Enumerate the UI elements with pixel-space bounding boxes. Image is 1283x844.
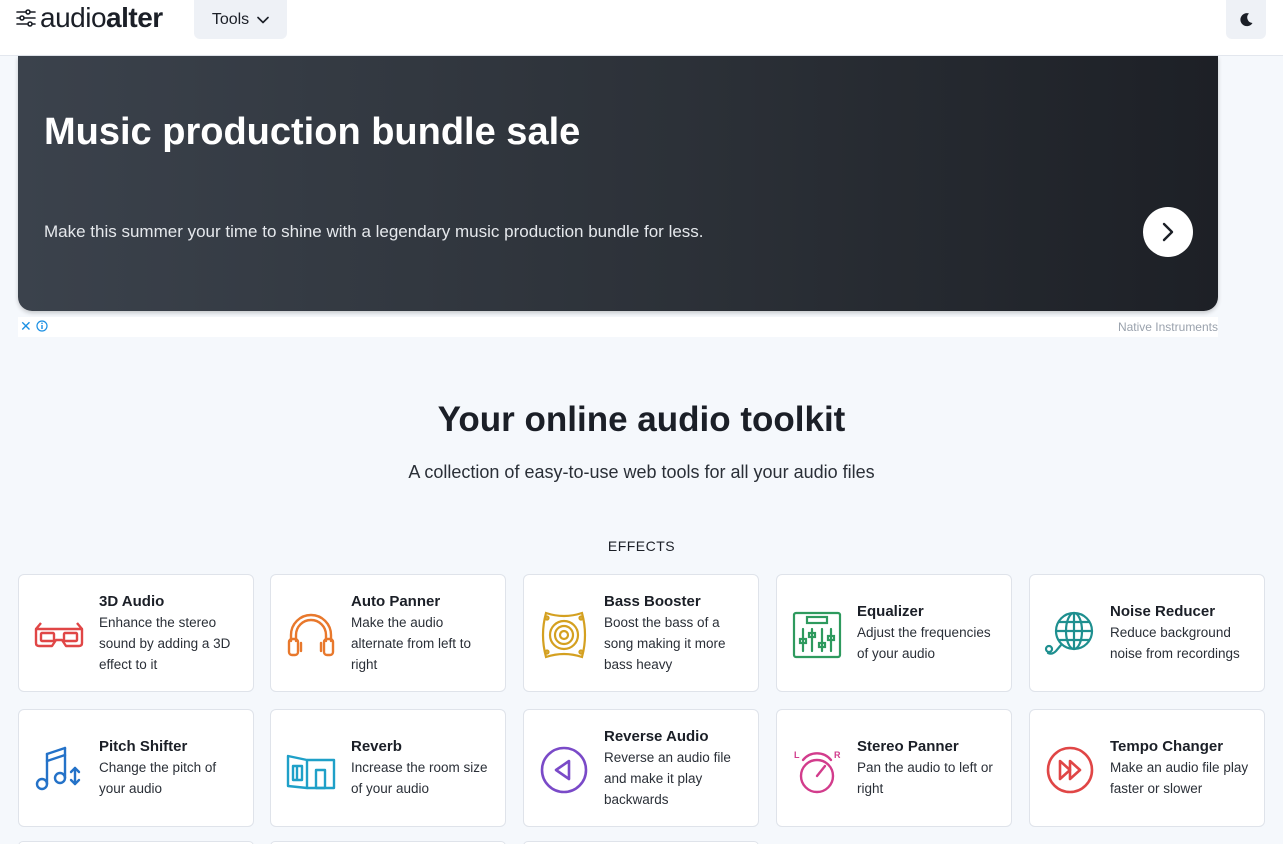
tool-name: Reverb [351,738,402,755]
tool-card-reverb[interactable]: Reverb Increase the room size of your au… [270,709,506,827]
tool-card-stereo-panner[interactable]: L R Stereo Panner Pan the audio to left … [776,709,1012,827]
logo[interactable]: audioalter [16,0,163,36]
ad-next-button[interactable] [1143,207,1193,257]
moon-icon [1240,12,1253,26]
tool-name: Stereo Panner [857,738,959,755]
tool-description: Boost the bass of a song making it more … [604,614,726,672]
svg-text:L: L [794,750,800,760]
tool-name: Bass Booster [604,592,701,610]
ad-sponsor: Native Instruments [1117,320,1218,334]
sliders-icon [16,9,36,27]
tool-card-tempo-changer[interactable]: Tempo Changer Make an audio file play fa… [1029,709,1265,827]
logo-text-alter: alter [106,2,163,33]
speaker-icon [541,611,587,659]
ad-subtitle: Make this summer your time to shine with… [44,222,704,241]
dark-mode-toggle[interactable] [1226,0,1266,39]
tool-description: Make the audio alternate from left to ri… [351,614,472,672]
tool-card-equalizer[interactable]: Equalizer Adjust the frequencies of your… [776,574,1012,692]
logo-text: audioalter [40,4,163,32]
headphones-icon [287,613,335,657]
page-title: Your online audio toolkit [437,400,846,439]
info-icon[interactable] [36,320,48,332]
tool-name: 3D Audio [99,592,165,610]
site-header: audioalter Tools [0,0,1283,56]
tool-name: Pitch Shifter [99,738,188,755]
tool-name: Equalizer [857,603,924,620]
tool-description: Change the pitch of your audio [99,760,217,796]
tool-description: Pan the audio to left or right [857,760,993,796]
chevron-down-icon [257,16,269,23]
tool-card-bass-booster[interactable]: Bass Booster Boost the bass of a song ma… [523,574,759,692]
tool-name: Noise Reducer [1110,603,1216,620]
tool-name: Auto Panner [351,592,441,610]
equalizer-icon [792,611,842,659]
tool-card-pitch-shifter[interactable]: Pitch Shifter Change the pitch of your a… [18,709,254,827]
fast-forward-icon [1046,746,1094,794]
ad-title: Music production bundle sale [44,111,581,153]
tools-menu-button[interactable]: Tools [194,0,287,39]
tool-description: Adjust the frequencies of your audio [857,625,991,661]
3d-glasses-icon [34,622,84,648]
ad-footer: ✕ Native Instruments [18,317,1218,337]
tools-menu-label: Tools [211,10,250,28]
tool-description: Reverse an audio file and make it play b… [604,749,731,807]
reverse-icon [540,746,588,794]
section-label-effects: EFFECTS [607,538,676,554]
tool-description: Make an audio file play faster or slower [1110,760,1249,796]
tool-description: Reduce background noise from recordings [1110,625,1240,661]
tool-description: Increase the room size of your audio [351,760,488,796]
tool-card-reverse-audio[interactable]: Reverse Audio Reverse an audio file and … [523,709,759,827]
tool-name: Reverse Audio [604,727,709,745]
pan-knob-icon: L R [794,750,841,794]
music-note-arrows-icon [35,746,81,791]
room-icon [286,754,336,790]
ad-banner[interactable]: Music production bundle sale Make this s… [18,56,1218,311]
tool-description: Enhance the stereo sound by adding a 3D … [99,614,231,672]
tool-name: Tempo Changer [1110,738,1224,755]
tool-card-auto-panner[interactable]: Auto Panner Make the audio alternate fro… [270,574,506,692]
chevron-right-icon [1162,222,1174,242]
logo-text-audio: audio [40,2,107,33]
globe-mic-icon [1044,611,1094,655]
tool-card-noise-reducer[interactable]: Noise Reducer Reduce background noise fr… [1029,574,1265,692]
svg-text:R: R [834,750,841,760]
tool-card-3d-audio[interactable]: 3D Audio Enhance the stereo sound by add… [18,574,254,692]
page-subtitle: A collection of easy-to-use web tools fo… [408,462,875,482]
close-icon[interactable]: ✕ [20,318,32,334]
